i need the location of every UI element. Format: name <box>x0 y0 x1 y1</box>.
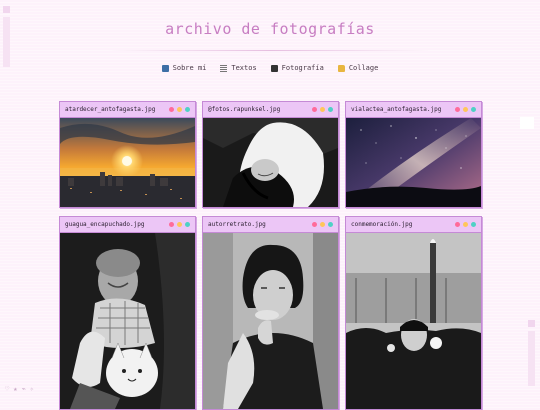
window-titlebar: @fotos.rapunksel.jpg <box>203 102 338 118</box>
right-decoration <box>528 320 536 386</box>
minimize-dot-icon[interactable] <box>320 107 325 112</box>
photo-window[interactable]: @fotos.rapunksel.jpg <box>202 101 339 208</box>
nav-item-sobre-mi[interactable]: Sobre mí <box>161 64 207 72</box>
maximize-dot-icon[interactable] <box>471 107 476 112</box>
window-titlebar: autorretrato.jpg <box>203 217 338 233</box>
close-dot-icon[interactable] <box>455 222 460 227</box>
minimize-dot-icon[interactable] <box>463 222 468 227</box>
nav-label: Sobre mí <box>172 64 207 72</box>
close-dot-icon[interactable] <box>312 222 317 227</box>
page-title: archivo de fotografías <box>165 20 375 38</box>
maximize-dot-icon[interactable] <box>328 222 333 227</box>
window-titlebar: guagua_encapuchado.jpg <box>60 217 195 233</box>
camera-icon <box>270 64 278 72</box>
window-filename: autorretrato.jpg <box>208 221 266 228</box>
maximize-dot-icon[interactable] <box>185 107 190 112</box>
title-divider <box>108 50 432 51</box>
sunset-photo[interactable] <box>60 118 195 207</box>
minimize-dot-icon[interactable] <box>177 222 182 227</box>
window-filename: guagua_encapuchado.jpg <box>65 221 145 228</box>
bottom-toolbar: ♡ ★ ⌁ ✧ <box>5 385 34 393</box>
window-filename: @fotos.rapunksel.jpg <box>208 106 281 113</box>
photo-window[interactable]: atardecer_antofagasta.jpg <box>59 101 196 208</box>
nav-label: Fotografía <box>281 64 324 72</box>
nav-item-fotografia[interactable]: Fotografía <box>270 64 324 72</box>
folder-icon <box>337 64 345 72</box>
doll-photo[interactable] <box>60 233 195 409</box>
nav-item-collage[interactable]: Collage <box>337 64 379 72</box>
minimize-dot-icon[interactable] <box>463 107 468 112</box>
right-bar <box>528 331 535 386</box>
photo-window[interactable]: guagua_encapuchado.jpg <box>59 216 196 410</box>
window-titlebar: vialactea_antofagasta.jpg <box>346 102 481 118</box>
window-filename: atardecer_antofagasta.jpg <box>65 106 156 113</box>
nav-label: Textos <box>231 64 257 72</box>
main-nav: Sobre mí Textos Fotografía Collage <box>0 64 540 72</box>
window-controls <box>169 107 190 112</box>
close-dot-icon[interactable] <box>455 107 460 112</box>
photo-window[interactable]: autorretrato.jpg <box>202 216 339 410</box>
left-square <box>3 6 10 13</box>
window-controls <box>455 107 476 112</box>
window-controls <box>312 222 333 227</box>
milkyway-photo[interactable] <box>346 118 481 207</box>
person-icon <box>161 64 169 72</box>
photo-window[interactable]: vialactea_antofagasta.jpg <box>345 101 482 208</box>
minimize-dot-icon[interactable] <box>320 222 325 227</box>
heart-icon[interactable]: ♡ <box>5 385 9 393</box>
window-filename: vialactea_antofagasta.jpg <box>351 106 442 113</box>
maximize-dot-icon[interactable] <box>328 107 333 112</box>
sparkle-icon[interactable]: ✧ <box>30 385 34 393</box>
window-controls <box>312 107 333 112</box>
photo-window[interactable]: conmemoración.jpg <box>345 216 482 410</box>
close-dot-icon[interactable] <box>169 107 174 112</box>
close-dot-icon[interactable] <box>312 107 317 112</box>
maximize-dot-icon[interactable] <box>471 222 476 227</box>
window-titlebar: atardecer_antofagasta.jpg <box>60 102 195 118</box>
window-controls <box>455 222 476 227</box>
maximize-dot-icon[interactable] <box>185 222 190 227</box>
commemoration-photo[interactable] <box>346 233 481 409</box>
window-filename: conmemoración.jpg <box>351 221 413 228</box>
close-dot-icon[interactable] <box>169 222 174 227</box>
nav-label: Collage <box>348 64 379 72</box>
window-titlebar: conmemoración.jpg <box>346 217 481 233</box>
selfportrait-photo[interactable] <box>203 233 338 409</box>
right-tab <box>520 117 534 129</box>
portrait-photo[interactable] <box>203 118 338 207</box>
nav-item-textos[interactable]: Textos <box>220 64 257 72</box>
lines-icon <box>220 64 228 72</box>
right-square <box>528 320 535 327</box>
link-icon[interactable]: ⌁ <box>21 385 25 393</box>
star-icon[interactable]: ★ <box>13 385 17 393</box>
window-controls <box>169 222 190 227</box>
minimize-dot-icon[interactable] <box>177 107 182 112</box>
